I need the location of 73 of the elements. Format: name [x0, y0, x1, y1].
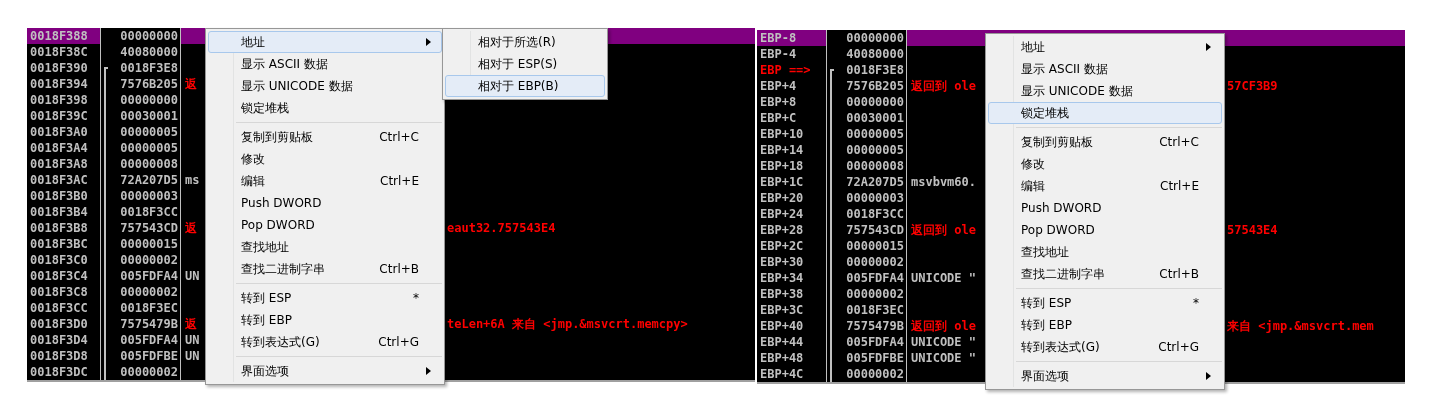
comment-text: eaut32.757543E4 [447, 220, 556, 236]
value-cell: 00000003 [846, 191, 904, 205]
value-cell: 00000002 [120, 365, 178, 379]
shortcut-label: Ctrl+C [1159, 134, 1199, 151]
comment-text: UN [185, 333, 200, 347]
value-cell: 00000000 [120, 93, 178, 107]
comment-text: UN [185, 269, 200, 283]
value-cell: 00000002 [846, 367, 904, 381]
value-cell: 00030001 [846, 111, 904, 125]
comment-text: 57CF3B9 [1227, 78, 1278, 94]
value-cell: 005FDFA4 [120, 333, 178, 347]
shortcut-label: Ctrl+E [1160, 178, 1199, 195]
value-cell: 00000002 [846, 287, 904, 301]
comment-text: 返回到 ole [911, 79, 976, 93]
value-cell: 757543CD [846, 223, 904, 237]
value-cell: 757543CD [120, 221, 178, 235]
value-cell: 00000000 [846, 95, 904, 109]
value-cell: 00000015 [846, 239, 904, 253]
comment-text: msvbvm60. [911, 175, 977, 189]
value-cell: 00000008 [846, 159, 904, 173]
value-cell: 72A207D5 [120, 173, 178, 187]
comment-text: ms [185, 173, 200, 187]
value-cell: 005FDFA4 [120, 269, 178, 283]
value-cell: 40080000 [120, 45, 178, 59]
value-cell: 005FDFBE [846, 351, 904, 365]
comment-text: UNICODE " [911, 351, 977, 365]
value-cell: 005FDFA4 [846, 335, 904, 349]
comment-text: 返 [185, 221, 197, 235]
value-cell: 7575479B [120, 317, 178, 331]
comment-text: 返 [185, 317, 197, 331]
value-cell: 00000005 [120, 141, 178, 155]
value-cell: 0018F3EC [846, 303, 904, 317]
value-cell: 00000002 [120, 285, 178, 299]
value-cell: 7576B205 [846, 79, 904, 93]
value-cell: 0018F3CC [846, 207, 904, 221]
comment-text: 来自 <jmp.&msvcrt.mem [1227, 318, 1374, 334]
value-cell: 00000005 [846, 127, 904, 141]
value-cell: 00000015 [120, 237, 178, 251]
value-cell: 00000005 [120, 125, 178, 139]
comment-text: 57543E4 [1227, 222, 1278, 238]
shortcut-label: Ctrl+C [379, 129, 419, 146]
value-cell: 7576B205 [120, 77, 178, 91]
shortcut-label: Ctrl+G [1158, 339, 1199, 356]
shortcut-label: * [413, 290, 419, 307]
value-cell: 00000000 [120, 29, 178, 43]
value-cell: 00030001 [120, 109, 178, 123]
comment-text: 返回到 ole [911, 223, 976, 237]
value-cell: 00000005 [846, 143, 904, 157]
value-cell: 005FDFA4 [846, 271, 904, 285]
value-cell: 00000002 [120, 253, 178, 267]
comment-text: UNICODE " [911, 335, 977, 349]
shortcut-label: Ctrl+G [378, 334, 419, 351]
shortcut-label: Ctrl+B [379, 261, 419, 278]
value-cell: 0018F3E8 [120, 61, 178, 75]
value-cell: 40080000 [846, 47, 904, 61]
value-cell: 00000000 [846, 31, 904, 45]
value-cell: 7575479B [846, 319, 904, 333]
comment-text: teLen+6A 来自 <jmp.&msvcrt.memcpy> [447, 316, 688, 332]
shortcut-label: Ctrl+B [1159, 266, 1199, 283]
value-cell: 0018F3EC [120, 301, 178, 315]
value-cell: 00000002 [846, 255, 904, 269]
value-cell: 005FDFBE [120, 349, 178, 363]
shortcut-label: Ctrl+E [380, 173, 419, 190]
comment-text: UNICODE " [911, 271, 977, 285]
value-cell: 0018F3CC [120, 205, 178, 219]
value-cell: 0018F3E8 [846, 63, 904, 77]
value-cell: 72A207D5 [846, 175, 904, 189]
value-cell: 00000003 [120, 189, 178, 203]
shortcut-label: * [1193, 295, 1199, 312]
comment-text: 返 [185, 77, 197, 91]
comment-text: UN [185, 349, 200, 363]
value-cell: 00000008 [120, 157, 178, 171]
comment-text: 返回到 ole [911, 319, 976, 333]
